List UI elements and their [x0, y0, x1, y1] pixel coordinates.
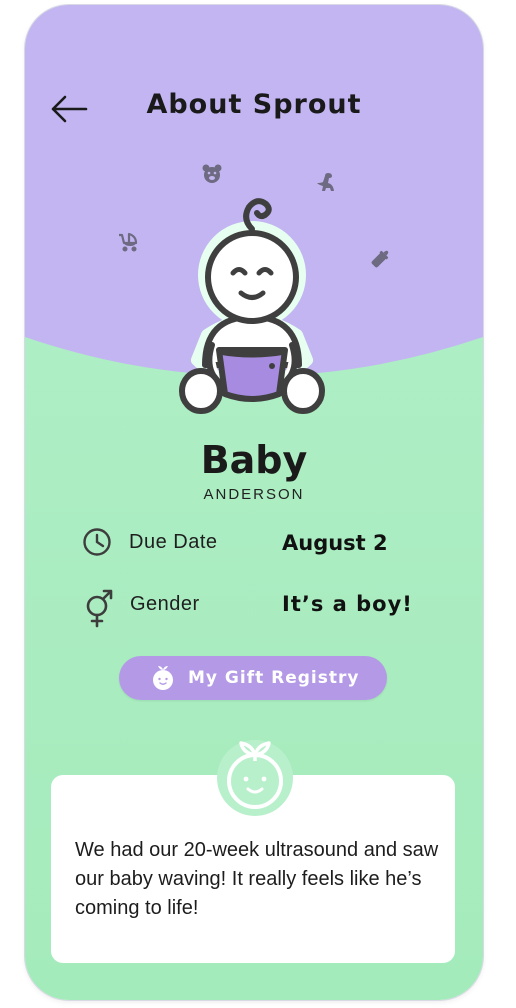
stroller-icon: [119, 232, 138, 252]
baby-bottle-icon: [371, 250, 389, 268]
baby-last-name: ANDERSON: [203, 486, 305, 503]
sprout-badge-icon: [217, 740, 293, 816]
due-date-label: Due Date: [129, 531, 218, 553]
gender-label: Gender: [130, 593, 200, 615]
phone-screen: About Sprout Baby ANDERSON Due Date Augu…: [25, 5, 483, 1000]
gender-icon: [86, 589, 113, 628]
dinosaur-icon: [317, 173, 334, 191]
page-title: About Sprout: [146, 89, 362, 120]
baby-first-name: Baby: [200, 438, 308, 482]
baby-face-icon: [153, 666, 173, 690]
due-date-value: August 2: [282, 531, 388, 555]
gender-value: It’s a boy!: [282, 592, 413, 616]
teddy-bear-icon: [202, 164, 222, 183]
note-text: We had our 20-week ultrasound and saw ou…: [75, 839, 439, 919]
gift-registry-button[interactable]: My Gift Registry: [119, 656, 387, 700]
clock-icon: [83, 528, 111, 556]
gift-registry-label: My Gift Registry: [188, 668, 360, 688]
baby-avatar: [179, 198, 325, 414]
